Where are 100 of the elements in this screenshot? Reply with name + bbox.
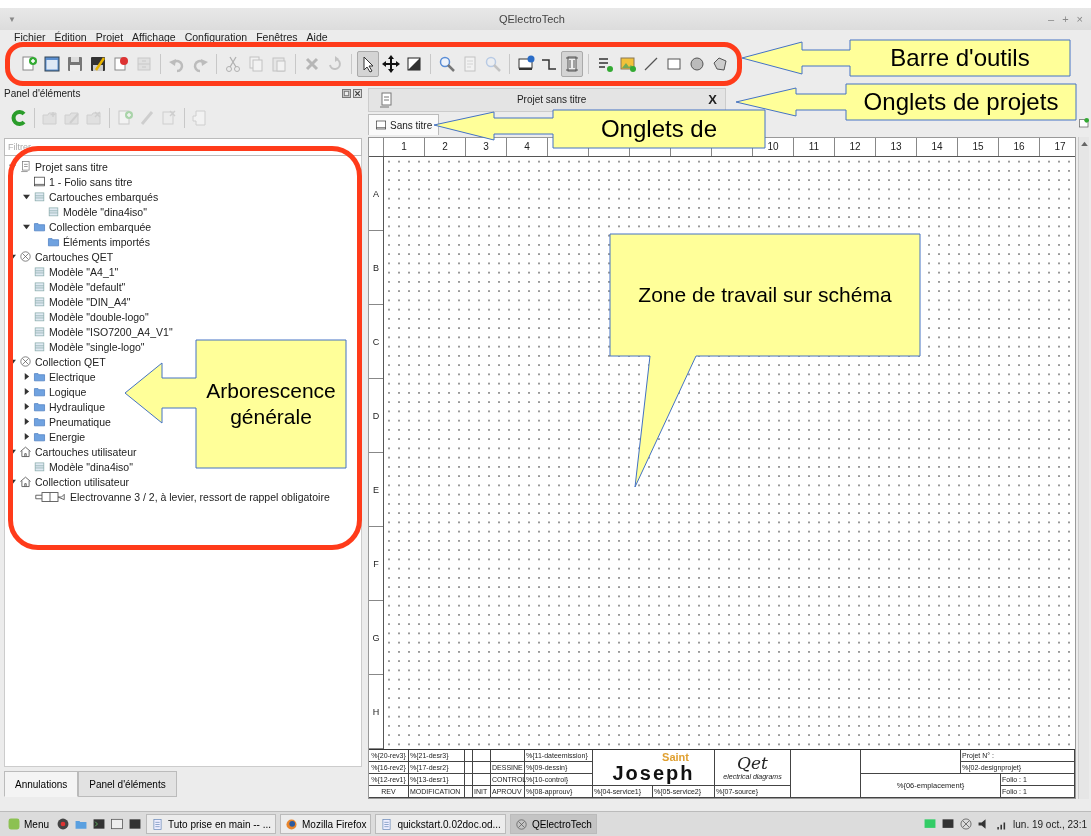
collapsed-arrow-icon[interactable] [23,403,30,410]
tree-item[interactable]: Projet sans titre [5,159,108,174]
tree-item[interactable]: Modèle "A4_1" [5,264,119,279]
tree-item[interactable]: Cartouches QET [5,249,114,264]
tree-item[interactable]: Modèle "dina4iso" [5,204,147,219]
panel-title: Panel d'éléments [4,87,82,99]
close-icon[interactable] [353,88,362,98]
folder-x-icon [85,109,103,127]
page-icon [461,55,479,73]
collapsed-arrow-icon[interactable] [23,433,30,440]
zoom-icon [438,55,456,73]
house-icon [19,475,32,488]
tree-item[interactable]: Collection utilisateur [5,474,129,489]
taskbar-window-button[interactable]: Tuto prise en main -- ... [146,814,276,834]
folder-pen-icon [63,109,81,127]
tree-item[interactable]: Modèle "DIN_A4" [5,294,131,309]
tree-item[interactable]: Modèle "ISO7200_A4_V1" [5,324,173,339]
menu-item[interactable]: Fichier [14,30,46,44]
taskbar-window-button[interactable]: QElectroTech [509,814,597,834]
start-menu-button[interactable]: Menu [4,817,52,831]
taskbar-window-button[interactable]: Mozilla Firefox [280,814,372,834]
menu-item[interactable]: Fenêtres [256,30,298,44]
polygon-icon [711,55,729,73]
float-icon[interactable] [342,88,351,98]
app-menu-icon [7,817,21,831]
tree-item[interactable]: Logique [5,384,87,399]
menu-item[interactable]: Édition [54,30,87,44]
tree-item[interactable]: Modèle "default" [5,279,126,294]
ellipse-icon [688,55,706,73]
cut-icon [224,55,242,73]
collapsed-arrow-icon[interactable] [23,373,30,380]
tree-item[interactable]: Collection QET [5,354,106,369]
callout-text: Onglets de [600,114,718,144]
tree-item[interactable]: Electrovanne 3 / 2, à levier, ressort de rappel obligatoire [5,489,330,504]
terminal-icon[interactable] [92,817,106,831]
menu-item[interactable]: Configuration [184,30,248,44]
zoom-icon [484,55,502,73]
move-icon [382,55,400,73]
folder-icon [33,385,46,398]
tree-item[interactable]: Electrique [5,369,96,384]
tree-item[interactable]: Hydraulique [5,399,106,414]
collapsed-arrow-icon[interactable] [23,418,30,425]
toolbar-button[interactable] [357,51,379,77]
title-block-icon [33,280,46,293]
text-tool-icon [596,55,614,73]
title-block-icon [33,265,46,278]
tree-item[interactable]: Éléments importés [5,234,150,249]
ruler-cell: A [369,157,383,231]
callout-text: Onglets de projets [863,87,1059,117]
layout-icon[interactable] [1078,117,1090,130]
circle-x-icon [19,250,32,263]
menu-item[interactable]: Projet [95,30,124,44]
globe-icon [285,817,298,831]
tree-item[interactable]: 1 - Folio sans titre [5,174,133,189]
expanded-arrow-icon[interactable] [23,193,30,200]
tree-item[interactable]: Modèle "dina4iso" [5,459,133,474]
project-tab[interactable]: Projet sans titre X [368,88,726,112]
tree-item[interactable]: Pneumatique [5,414,111,429]
folder-icon [33,220,46,233]
folio-icon [33,175,46,188]
menu-item[interactable]: Aide [306,30,328,44]
title-block-icon [33,190,46,203]
expanded-arrow-icon[interactable] [23,223,30,230]
title-block-icon [47,205,60,218]
collapsed-arrow-icon[interactable] [23,388,30,395]
folio-tab[interactable]: Sans titre [368,114,440,135]
tree-item[interactable]: Modèle "single-logo" [5,339,145,354]
page-plus-icon [20,55,38,73]
folio-icon [375,119,387,131]
ruler-cell: E [369,453,383,527]
tree-item[interactable]: Cartouches embarqués [5,189,159,204]
title-block-icon [33,340,46,353]
conductor-icon [563,55,581,73]
logo-text: Joseph [612,763,695,783]
document-icon [151,817,164,831]
vertical-scrollbar[interactable] [1078,137,1089,799]
taskbar-window-button[interactable]: quickstart.0.02doc.od... [375,814,506,834]
tree-item[interactable]: Modèle "double-logo" [5,309,149,324]
circle-x-icon [19,355,32,368]
page-arrow-icon [191,109,209,127]
circle-x-icon [514,817,528,831]
tree-item[interactable]: Energie [5,429,86,444]
window-icon[interactable] [110,817,124,831]
clock[interactable]: lun. 19 oct., 23:1 [1013,818,1087,830]
tree-item[interactable]: Collection embarquée [5,219,152,234]
folder-icon [33,370,46,383]
folder-icon [33,415,46,428]
globe-icon[interactable] [56,817,70,831]
panel-tab[interactable]: Panel d'éléments [78,771,177,797]
panel-tab[interactable]: Annulations [4,771,79,797]
title-block-icon [33,295,46,308]
project-icon [19,160,32,173]
menu-item[interactable]: Affichage [132,30,176,44]
close-button[interactable]: X [708,92,717,108]
scroll-up-icon[interactable] [1080,141,1088,146]
tree-item[interactable]: Cartouches utilisateur [5,444,137,459]
ruler-cell: C [369,305,383,379]
window-icon[interactable] [128,817,142,831]
rectangle-icon [665,55,683,73]
project-tab-title: Projet sans titre [515,94,588,106]
